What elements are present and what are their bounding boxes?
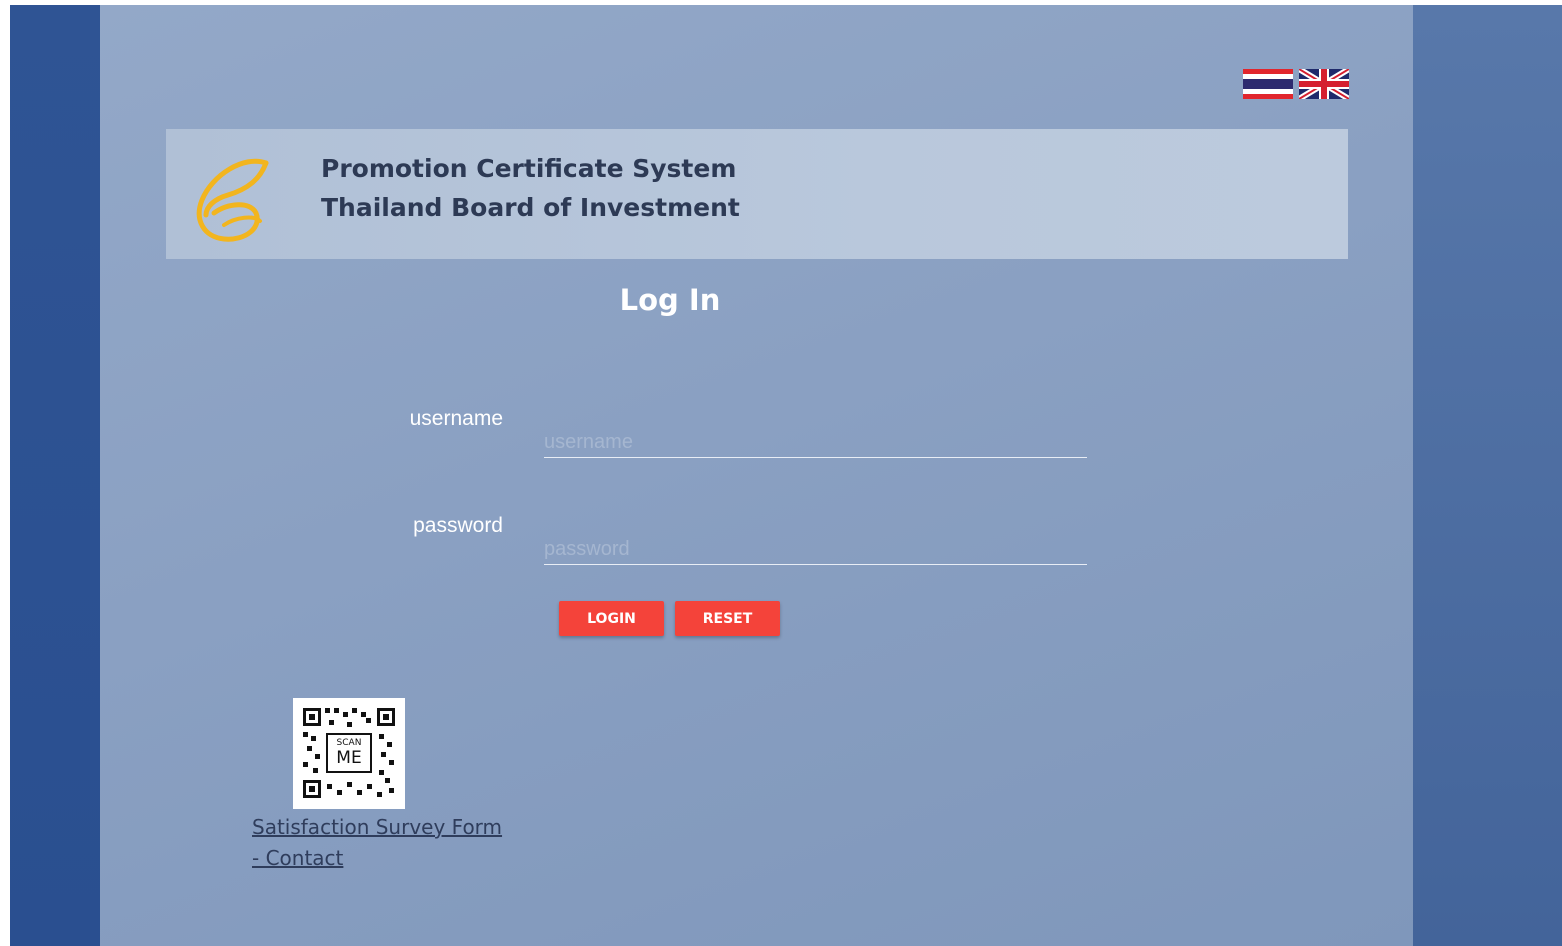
header-banner: Promotion Certificate System Thailand Bo…: [166, 129, 1348, 259]
login-title: Log In: [619, 283, 721, 317]
username-input[interactable]: [544, 418, 1087, 458]
password-label: password: [413, 514, 503, 537]
qr-scan-text: SCAN: [336, 738, 362, 748]
satisfaction-survey-link[interactable]: Satisfaction Survey Form - Contact: [252, 812, 532, 874]
header-title-line1: Promotion Certificate System: [321, 154, 737, 183]
username-label: username: [409, 407, 503, 430]
boi-logo-icon: [196, 158, 269, 242]
reset-button[interactable]: RESET: [675, 601, 780, 636]
survey-qr-code[interactable]: SCAN ME: [293, 698, 405, 809]
language-switcher: [1243, 69, 1349, 99]
password-input[interactable]: [544, 525, 1087, 565]
qr-me-text: ME: [336, 748, 362, 768]
thai-flag-icon[interactable]: [1243, 69, 1293, 99]
header-title: Promotion Certificate System Thailand Bo…: [321, 149, 740, 227]
uk-flag-icon[interactable]: [1299, 69, 1349, 99]
login-button[interactable]: LOGIN: [559, 601, 664, 636]
survey-link-line1: Satisfaction Survey Form: [252, 815, 503, 839]
header-title-line2: Thailand Board of Investment: [321, 193, 740, 222]
survey-link-line2: - Contact: [252, 846, 344, 870]
